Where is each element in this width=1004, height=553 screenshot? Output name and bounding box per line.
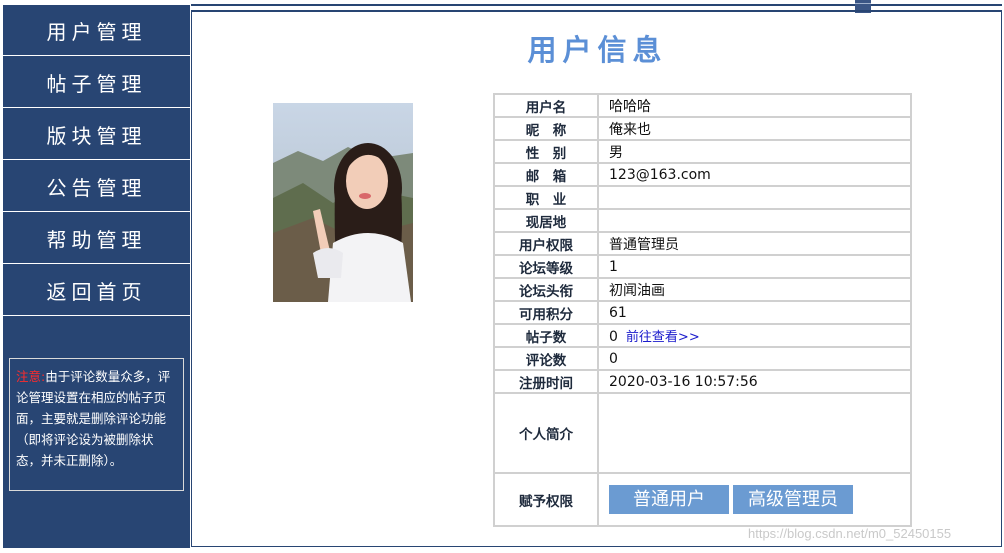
field-label-bio: 个人简介 [493,392,599,474]
field-label-email: 邮 箱 [493,162,599,187]
field-label-points: 可用积分 [493,300,599,325]
table-row: 论坛等级 1 [493,254,912,279]
field-label-residence: 现居地 [493,208,599,233]
field-value-post-count-cell: 0 前往查看>> [597,323,912,348]
sidebar-item-back-home[interactable]: 返回首页 [3,265,190,316]
table-row: 赋予权限 普通用户 高级管理员 [493,472,912,527]
table-row: 邮 箱 123@163.com [493,162,912,187]
field-label-occupation: 职 业 [493,185,599,210]
field-label-grant-permission: 赋予权限 [493,472,599,527]
field-label-post-count: 帖子数 [493,323,599,348]
field-value-user-permission: 普通管理员 [597,231,912,256]
user-info-table: 用户名 哈哈哈 昵 称 俺来也 性 别 男 邮 箱 123@163.com 职 … [493,93,912,527]
table-row: 现居地 [493,208,912,233]
table-row: 帖子数 0 前往查看>> [493,323,912,348]
sidebar-item-label: 用户管理 [46,19,147,44]
sidebar-item-label: 帖子管理 [46,71,147,96]
field-label-username: 用户名 [493,93,599,118]
sidebar-item-label: 帮助管理 [46,227,147,252]
table-row: 个人简介 [493,392,912,474]
table-row: 用户权限 普通管理员 [493,231,912,256]
avatar-photo [273,103,413,302]
field-label-comment-count: 评论数 [493,346,599,371]
notice-box: 注意:由于评论数量众多，评论管理设置在相应的帖子页面，主要就是删除评论功能（即将… [9,358,184,491]
sidebar: 用户管理 帖子管理 版块管理 公告管理 帮助管理 返回首页 注意:由于评论数量众… [3,5,190,548]
field-label-nickname: 昵 称 [493,116,599,141]
table-row: 昵 称 俺来也 [493,116,912,141]
field-value-residence [597,208,912,233]
table-row: 用户名 哈哈哈 [493,93,912,118]
grant-normal-user-button[interactable]: 普通用户 [609,485,729,514]
sidebar-item-board-management[interactable]: 版块管理 [3,109,190,160]
sidebar-item-label: 返回首页 [46,279,147,304]
field-value-comment-count: 0 [597,346,912,371]
field-value-points: 61 [597,300,912,325]
permission-buttons-cell: 普通用户 高级管理员 [597,472,912,527]
grant-senior-admin-button[interactable]: 高级管理员 [733,485,853,514]
sidebar-item-label: 版块管理 [46,123,147,148]
field-value-forum-level: 1 [597,254,912,279]
table-row: 评论数 0 [493,346,912,371]
field-value-email: 123@163.com [597,162,912,187]
table-row: 可用积分 61 [493,300,912,325]
sidebar-item-label: 公告管理 [46,175,147,200]
top-border-line [191,4,1002,6]
sidebar-item-user-management[interactable]: 用户管理 [3,5,190,56]
notice-label: 注意: [16,369,46,384]
field-label-forum-level: 论坛等级 [493,254,599,279]
field-value-forum-title: 初闻油画 [597,277,912,302]
sidebar-item-announcement-management[interactable]: 公告管理 [3,161,190,212]
field-value-register-time: 2020-03-16 10:57:56 [597,369,912,394]
field-value-username: 哈哈哈 [597,93,912,118]
field-value-nickname: 俺来也 [597,116,912,141]
field-label-gender: 性 别 [493,139,599,164]
watermark: https://blog.csdn.net/m0_52450155 [748,526,952,541]
table-row: 论坛头衔 初闻油画 [493,277,912,302]
field-value-bio [597,392,912,474]
page-title: 用户信息 [527,33,668,67]
view-posts-link[interactable]: 前往查看>> [626,330,700,345]
table-row: 注册时间 2020-03-16 10:57:56 [493,369,912,394]
sidebar-item-post-management[interactable]: 帖子管理 [3,57,190,108]
table-row: 性 别 男 [493,139,912,164]
field-value-gender: 男 [597,139,912,164]
field-value-occupation [597,185,912,210]
field-label-forum-title: 论坛头衔 [493,277,599,302]
field-label-user-permission: 用户权限 [493,231,599,256]
avatar [273,103,413,302]
sidebar-item-help-management[interactable]: 帮助管理 [3,213,190,264]
field-value-post-count: 0 [609,329,618,345]
field-label-register-time: 注册时间 [493,369,599,394]
table-row: 职 业 [493,185,912,210]
